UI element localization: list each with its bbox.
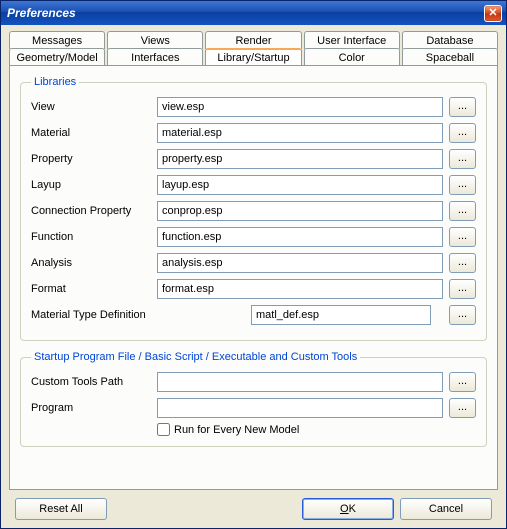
input-custom-tools-path[interactable] [157, 372, 443, 392]
browse-material-type-definition[interactable]: ... [449, 305, 476, 325]
label-program: Program [31, 402, 157, 414]
input-property[interactable] [157, 149, 443, 169]
tab-library-startup[interactable]: Library/Startup [205, 48, 301, 66]
titlebar: Preferences ✕ [1, 1, 506, 25]
input-function[interactable] [157, 227, 443, 247]
bottom-button-bar: Reset All OK Cancel [9, 490, 498, 520]
tab-interfaces[interactable]: Interfaces [107, 48, 203, 66]
group-startup-legend: Startup Program File / Basic Script / Ex… [31, 351, 360, 363]
input-format[interactable] [157, 279, 443, 299]
tab-render[interactable]: Render [205, 31, 301, 49]
browse-view[interactable]: ... [449, 97, 476, 117]
group-startup: Startup Program File / Basic Script / Ex… [20, 351, 487, 447]
tab-row-2: Geometry/Model Interfaces Library/Startu… [9, 48, 498, 66]
tab-panel-library-startup: Libraries View... Material... Property... L… [9, 65, 498, 490]
tab-user-interface[interactable]: User Interface [304, 31, 400, 49]
tab-views[interactable]: Views [107, 31, 203, 49]
label-connection-property: Connection Property [31, 205, 157, 217]
browse-format[interactable]: ... [449, 279, 476, 299]
browse-function[interactable]: ... [449, 227, 476, 247]
tab-messages[interactable]: Messages [9, 31, 105, 49]
label-material: Material [31, 127, 157, 139]
close-button[interactable]: ✕ [484, 5, 502, 22]
input-material-type-definition[interactable] [251, 305, 431, 325]
label-layup: Layup [31, 179, 157, 191]
reset-all-button[interactable]: Reset All [15, 498, 107, 520]
input-connection-property[interactable] [157, 201, 443, 221]
label-analysis: Analysis [31, 257, 157, 269]
label-view: View [31, 101, 157, 113]
label-custom-tools-path: Custom Tools Path [31, 376, 157, 388]
tab-database[interactable]: Database [402, 31, 498, 49]
input-layup[interactable] [157, 175, 443, 195]
label-material-type-definition: Material Type Definition [31, 309, 251, 321]
checkbox-run-every-new-model[interactable] [157, 423, 170, 436]
input-analysis[interactable] [157, 253, 443, 273]
browse-connection-property[interactable]: ... [449, 201, 476, 221]
browse-program[interactable]: ... [449, 398, 476, 418]
tab-row-1: Messages Views Render User Interface Dat… [9, 31, 498, 49]
input-view[interactable] [157, 97, 443, 117]
preferences-window: Preferences ✕ Messages Views Render User… [0, 0, 507, 529]
browse-analysis[interactable]: ... [449, 253, 476, 273]
tab-geometry-model[interactable]: Geometry/Model [9, 48, 105, 66]
browse-layup[interactable]: ... [449, 175, 476, 195]
label-format: Format [31, 283, 157, 295]
cancel-button[interactable]: Cancel [400, 498, 492, 520]
browse-custom-tools-path[interactable]: ... [449, 372, 476, 392]
input-material[interactable] [157, 123, 443, 143]
tab-spaceball[interactable]: Spaceball [402, 48, 498, 66]
label-run-every-new-model: Run for Every New Model [174, 424, 299, 436]
label-property: Property [31, 153, 157, 165]
label-function: Function [31, 231, 157, 243]
content-area: Messages Views Render User Interface Dat… [1, 25, 506, 528]
group-libraries: Libraries View... Material... Property... L… [20, 76, 487, 341]
ok-button[interactable]: OK [302, 498, 394, 520]
browse-material[interactable]: ... [449, 123, 476, 143]
tab-color[interactable]: Color [304, 48, 400, 66]
window-title: Preferences [7, 6, 76, 20]
group-libraries-legend: Libraries [31, 76, 79, 88]
browse-property[interactable]: ... [449, 149, 476, 169]
input-program[interactable] [157, 398, 443, 418]
